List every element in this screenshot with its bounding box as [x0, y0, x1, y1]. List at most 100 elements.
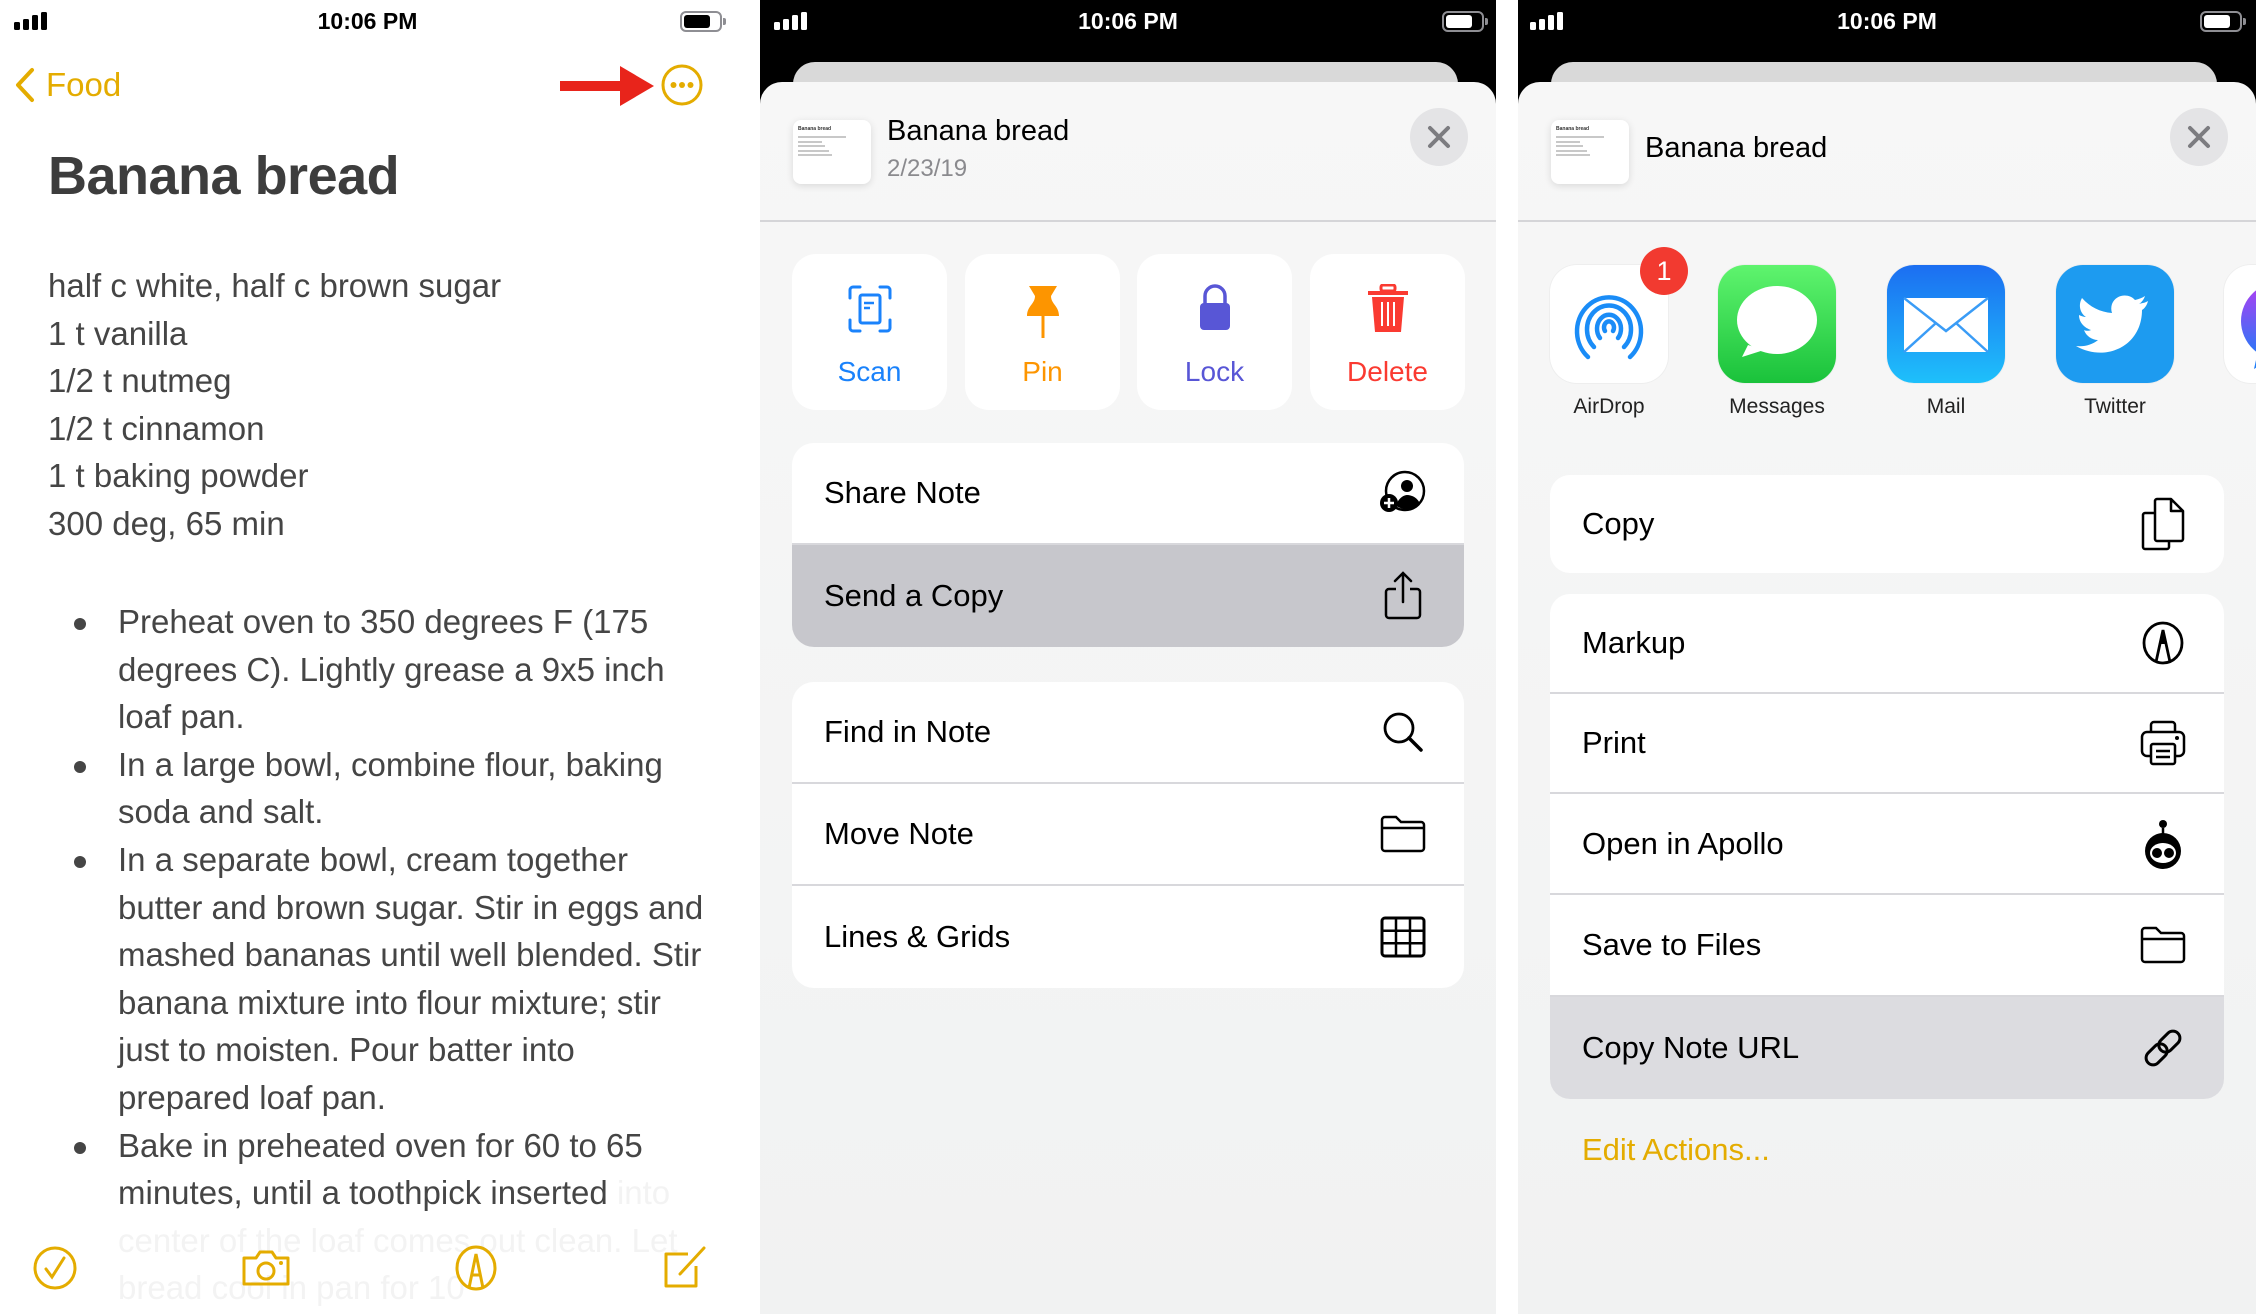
note-view-panel: 10:06 PM Food Banana bread half c white,… [0, 0, 735, 1314]
battery-icon [2200, 11, 2246, 32]
more-options-button[interactable] [660, 63, 704, 107]
thumbnail-title: Banana bread [798, 126, 832, 132]
pin-icon [1026, 286, 1059, 338]
markup-icon [455, 1245, 497, 1291]
messages-icon [1737, 286, 1817, 357]
folder-icon [1380, 815, 1426, 853]
battery-icon [1442, 11, 1488, 32]
sheet-header: Banana bread Banana bread [1518, 82, 2256, 222]
print-item[interactable]: Print [1550, 694, 2224, 794]
open-in-apollo-label: Open in Apollo [1582, 825, 1784, 861]
thumbnail-title: Banana bread [1556, 126, 1590, 132]
close-icon [2188, 126, 2210, 148]
note-step: In a separate bowl, cream together butte… [48, 836, 708, 1122]
markup-label: Markup [1582, 625, 1686, 660]
markup-button[interactable] [448, 1240, 504, 1296]
share-icon [1384, 571, 1422, 620]
apollo-icon [2145, 819, 2181, 869]
grid-icon [1380, 916, 1426, 958]
copy-item[interactable]: Copy [1550, 475, 2224, 573]
open-in-apollo-item[interactable]: Open in Apollo [1550, 794, 2224, 895]
copy-note-url-item[interactable]: Copy Note URL [1550, 997, 2224, 1099]
pin-label: Pin [1022, 356, 1063, 387]
find-in-note-item[interactable]: Find in Note [792, 682, 1464, 784]
note-thumbnail: Banana bread [793, 120, 871, 184]
close-button[interactable] [1410, 108, 1468, 166]
send-a-copy-item[interactable]: Send a Copy [792, 545, 1464, 647]
notification-badge: 1 [1640, 247, 1688, 295]
sheet-title: Banana bread [887, 115, 1070, 147]
camera-icon [242, 1250, 290, 1286]
battery-icon [680, 11, 726, 32]
lock-tile-button[interactable]: Lock [1137, 254, 1292, 410]
lines-grids-item[interactable]: Lines & Grids [792, 886, 1464, 988]
share-note-label: Share Note [824, 475, 981, 510]
note-step: Preheat oven to 350 degrees F (175 degre… [48, 598, 708, 741]
folder-icon [2140, 926, 2186, 964]
scan-tile-button[interactable]: Scan [792, 254, 947, 410]
note-line: 1/2 t cinnamon [48, 409, 265, 447]
actions-group: Markup Print Open in Apollo Save to File… [1550, 594, 2224, 1099]
save-to-files-label: Save to Files [1582, 927, 1762, 962]
share-sheet: Banana bread Banana bread 1 AirDrop Mess… [1518, 82, 2256, 1314]
lock-label: Lock [1184, 356, 1245, 387]
note-step: In a large bowl, combine flour, baking s… [48, 741, 708, 836]
note-line: 1 t vanilla [48, 314, 188, 352]
status-bar: 10:06 PM [760, 0, 1496, 46]
note-steps[interactable]: Preheat oven to 350 degrees F (175 degre… [48, 598, 708, 1312]
status-time: 10:06 PM [1078, 8, 1178, 34]
ellipsis-circle-icon [661, 64, 703, 106]
app-label: Twitter [2084, 395, 2146, 418]
copy-group: Copy [1550, 475, 2224, 573]
copy-icon [2141, 497, 2185, 551]
status-bar: 10:06 PM [1518, 0, 2256, 46]
trash-icon [1367, 284, 1408, 332]
status-bar: 10:06 PM [0, 0, 735, 46]
status-time: 10:06 PM [1837, 8, 1937, 34]
note-menu-panel: 10:06 PM Banana bread Banana bread 2/23/… [760, 0, 1496, 1314]
save-to-files-item[interactable]: Save to Files [1550, 895, 2224, 997]
app-label: Messages [1729, 395, 1825, 418]
share-sheet-panel: 10:06 PM Banana bread Banana bread 1 Air… [1518, 0, 2256, 1314]
bottom-toolbar [0, 1240, 735, 1300]
mail-icon [1903, 297, 1989, 353]
app-label: AirDrop [1573, 395, 1645, 418]
search-icon [1383, 712, 1423, 752]
sheet-title: Banana bread [1645, 132, 1828, 164]
share-note-item[interactable]: Share Note [792, 443, 1464, 545]
note-step-text: Bake in preheated oven for 60 to 65 minu… [118, 1126, 643, 1212]
copy-note-url-label: Copy Note URL [1582, 1030, 1800, 1065]
note-ingredients[interactable]: half c white, half c brown sugar 1 t van… [48, 262, 708, 548]
checklist-button[interactable] [27, 1240, 83, 1296]
back-label: Food [46, 66, 122, 103]
compose-icon [664, 1246, 706, 1288]
note-line: 1/2 t nutmeg [48, 362, 232, 400]
checklist-icon [33, 1246, 77, 1290]
print-label: Print [1582, 725, 1646, 760]
twitter-icon [2076, 295, 2148, 353]
find-in-note-label: Find in Note [824, 714, 992, 749]
link-icon [2144, 1029, 2182, 1067]
messenger-icon [2241, 290, 2256, 369]
note-title[interactable]: Banana bread [48, 145, 400, 207]
delete-label: Delete [1347, 356, 1428, 387]
compose-button[interactable] [656, 1240, 712, 1296]
annotation-arrow-icon [560, 66, 654, 106]
app-label: Me [2194, 395, 2256, 419]
move-note-label: Move Note [824, 816, 974, 851]
pin-tile-button[interactable]: Pin [965, 254, 1120, 410]
edit-actions-link[interactable]: Edit Actions... [1582, 1132, 1770, 1168]
lines-grids-label: Lines & Grids [824, 919, 1011, 954]
status-time: 10:06 PM [317, 8, 418, 34]
camera-button[interactable] [238, 1240, 294, 1296]
close-button[interactable] [2170, 108, 2228, 166]
sheet-date: 2/23/19 [887, 155, 968, 182]
note-line: 300 deg, 65 min [48, 504, 285, 542]
markup-item[interactable]: Markup [1550, 594, 2224, 694]
back-button[interactable]: Food [14, 62, 121, 108]
note-actions-group: Find in Note Move Note Lines & Grids [792, 682, 1464, 988]
send-a-copy-label: Send a Copy [824, 578, 1004, 613]
chevron-left-icon [16, 68, 34, 102]
move-note-item[interactable]: Move Note [792, 784, 1464, 886]
delete-tile-button[interactable]: Delete [1310, 254, 1465, 410]
